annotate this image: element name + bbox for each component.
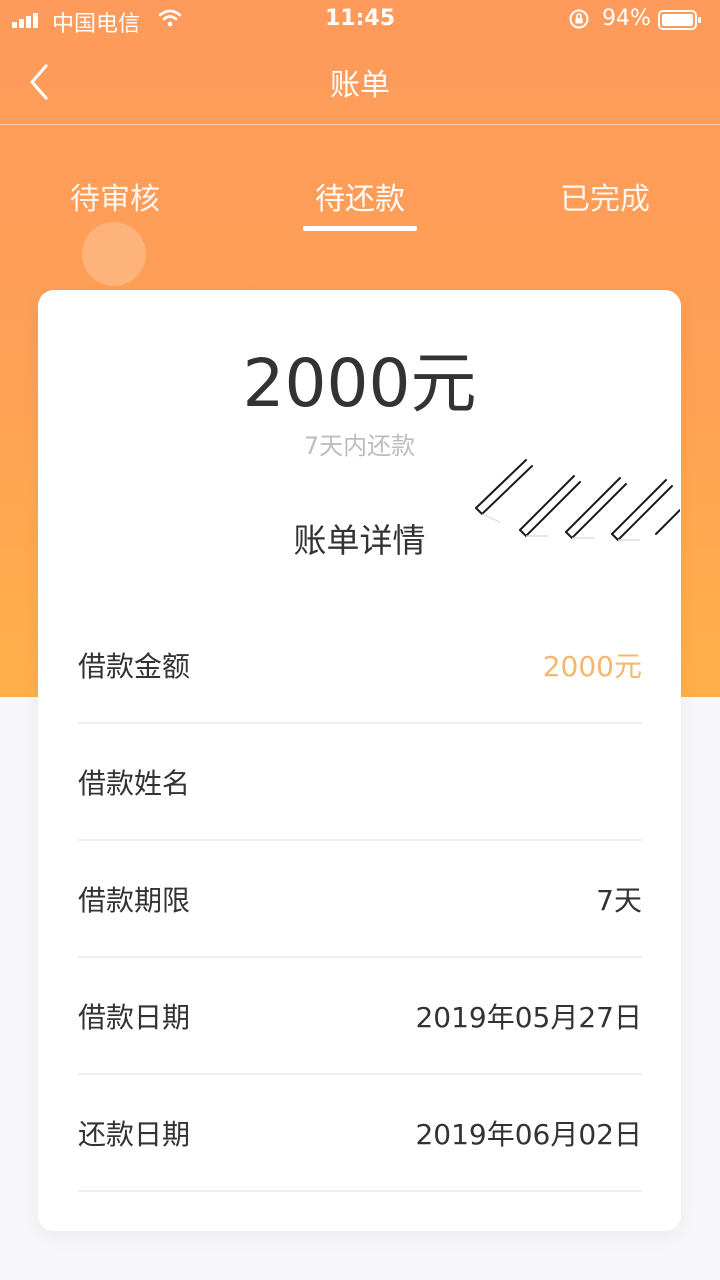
row-value: 7天 xyxy=(596,884,642,917)
tab-pending-repayment[interactable]: 待还款 xyxy=(280,174,440,218)
tab-completed[interactable]: 已完成 xyxy=(525,174,685,218)
touch-ripple xyxy=(82,222,146,286)
row-label: 借款期限 xyxy=(78,884,191,917)
redaction-scribble xyxy=(475,459,680,542)
row-repayment-date: 还款日期 2019年06月02日 xyxy=(78,1073,642,1192)
row-value: 2000元 xyxy=(542,650,642,683)
row-loan-term: 借款期限 7天 xyxy=(78,839,642,958)
battery-percent: 94% xyxy=(602,6,651,31)
tab-pending-review[interactable]: 待审核 xyxy=(35,174,195,218)
row-label: 借款日期 xyxy=(78,1001,191,1034)
row-borrower-name: 借款姓名 xyxy=(78,722,642,841)
row-label: 借款金额 xyxy=(78,650,191,683)
row-label: 还款日期 xyxy=(78,1118,191,1151)
status-bar: 中国电信 11:45 94% xyxy=(0,0,720,40)
bill-card: 2000元 7天内还款 账单详情 借款金额 2000元 借款姓名 借款期限 7天… xyxy=(38,290,681,1231)
battery-icon xyxy=(658,10,701,30)
row-loan-amount: 借款金额 2000元 xyxy=(78,605,642,724)
page-title: 账单 xyxy=(330,68,390,103)
row-loan-date: 借款日期 2019年05月27日 xyxy=(78,956,642,1075)
rotation-lock-icon xyxy=(569,9,589,29)
row-value: 2019年06月02日 xyxy=(415,1118,642,1151)
row-label: 借款姓名 xyxy=(78,767,191,800)
navigation-bar: 账单 xyxy=(0,40,720,125)
active-tab-indicator xyxy=(303,226,417,231)
bill-amount: 2000元 xyxy=(242,345,477,422)
row-value: 2019年05月27日 xyxy=(415,1001,642,1034)
